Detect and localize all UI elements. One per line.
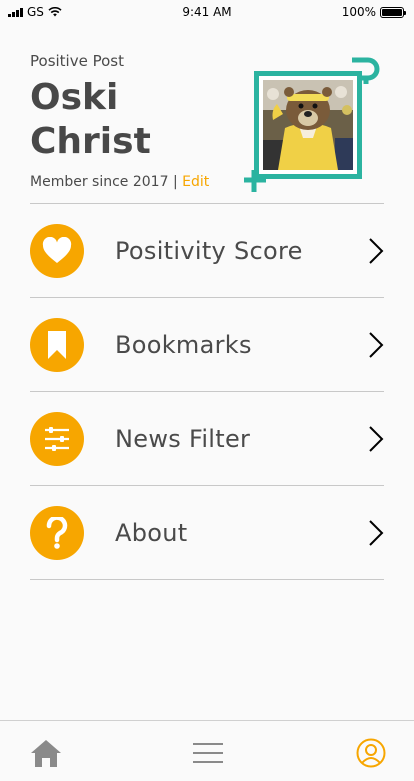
status-right: 100% bbox=[341, 5, 406, 19]
menu-item-positivity-score[interactable]: Positivity Score bbox=[30, 204, 384, 298]
avatar-frame bbox=[254, 71, 362, 179]
status-bar: GS 9:41 AM 100% bbox=[0, 0, 414, 22]
menu-item-label: About bbox=[115, 518, 188, 547]
menu-item-label: Positivity Score bbox=[115, 236, 303, 265]
chevron-right-icon bbox=[369, 520, 384, 546]
bookmark-icon bbox=[30, 317, 84, 372]
chevron-right-icon bbox=[369, 238, 384, 264]
sliders-icon bbox=[30, 411, 84, 466]
question-icon bbox=[30, 505, 84, 560]
battery-percent: 100% bbox=[341, 5, 376, 19]
profile-header: Positive Post Oski Christ Member since 2… bbox=[30, 50, 384, 200]
menu-item-news-filter[interactable]: News Filter bbox=[30, 392, 384, 486]
chevron-right-icon bbox=[369, 332, 384, 358]
tab-bar bbox=[0, 720, 414, 781]
tab-menu[interactable] bbox=[192, 737, 224, 769]
user-name: Oski Christ bbox=[30, 76, 230, 164]
menu-item-about[interactable]: About bbox=[30, 486, 384, 580]
edit-link[interactable]: Edit bbox=[182, 174, 209, 190]
heart-icon bbox=[30, 223, 84, 278]
home-icon bbox=[31, 740, 61, 767]
profile-icon bbox=[356, 738, 386, 768]
menu-icon bbox=[193, 743, 223, 763]
battery-icon bbox=[380, 6, 406, 18]
chevron-right-icon bbox=[369, 426, 384, 452]
member-line: Member since 2017 | Edit bbox=[30, 174, 209, 190]
separator: | bbox=[172, 174, 178, 190]
avatar-image bbox=[263, 80, 353, 170]
member-since: Member since 2017 bbox=[30, 174, 169, 190]
menu-item-bookmarks[interactable]: Bookmarks bbox=[30, 298, 384, 392]
user-last-name: Christ bbox=[30, 121, 151, 162]
user-first-name: Oski bbox=[30, 77, 119, 118]
menu-item-label: Bookmarks bbox=[115, 330, 252, 359]
avatar[interactable] bbox=[244, 54, 384, 194]
tab-profile[interactable] bbox=[355, 737, 387, 769]
menu-item-label: News Filter bbox=[115, 424, 251, 453]
app-name: Positive Post bbox=[30, 52, 124, 70]
tab-home[interactable] bbox=[30, 737, 62, 769]
menu-list: Positivity Score Bookmarks News Filter A… bbox=[30, 203, 384, 580]
